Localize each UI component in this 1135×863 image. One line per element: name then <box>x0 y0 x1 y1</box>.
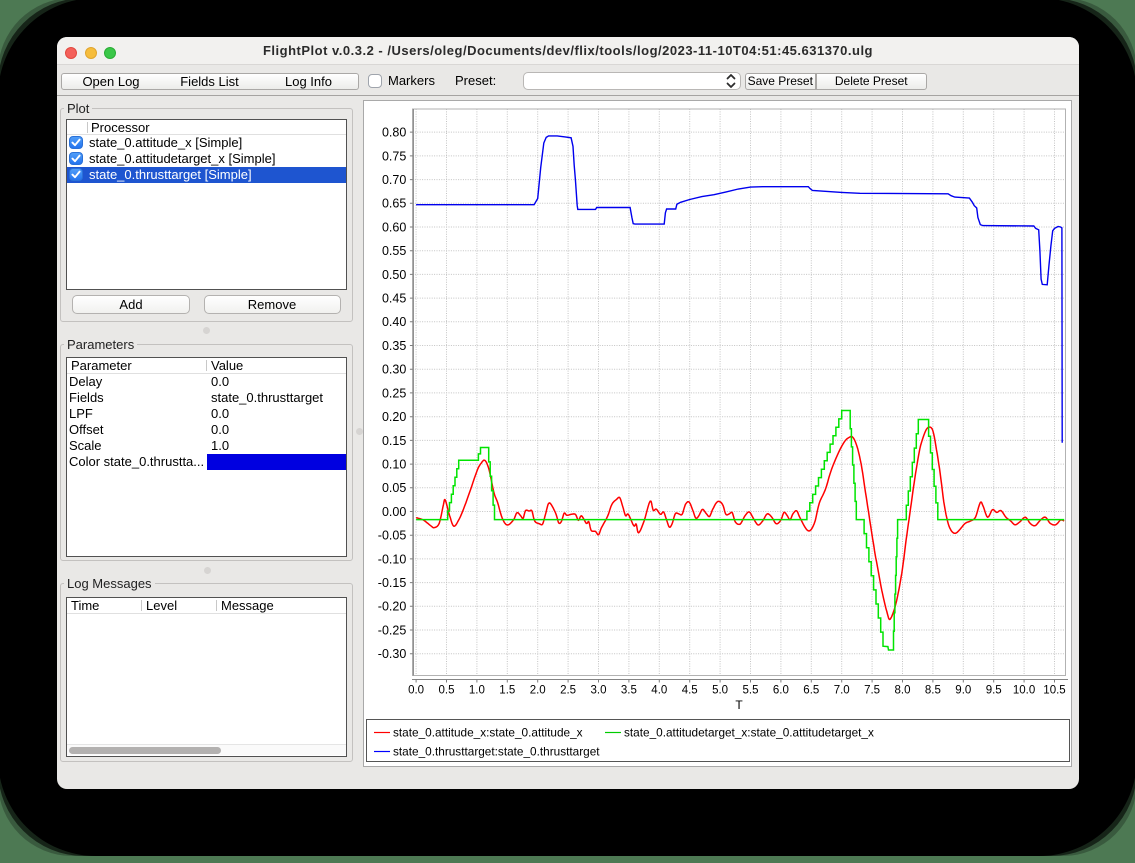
svg-text:0.75: 0.75 <box>382 149 406 163</box>
svg-text:0.0: 0.0 <box>408 685 424 697</box>
svg-text:-0.30: -0.30 <box>378 647 407 661</box>
svg-text:0.10: 0.10 <box>382 458 406 472</box>
svg-text:0.5: 0.5 <box>439 685 455 697</box>
svg-text:8.0: 8.0 <box>895 685 911 697</box>
svg-text:0.40: 0.40 <box>382 315 406 329</box>
svg-text:0.45: 0.45 <box>382 292 406 306</box>
svg-text:2.5: 2.5 <box>560 685 576 697</box>
svg-text:0.70: 0.70 <box>382 173 406 187</box>
svg-text:2.0: 2.0 <box>530 685 546 697</box>
svg-text:1.5: 1.5 <box>499 685 515 697</box>
svg-text:8.5: 8.5 <box>925 685 941 697</box>
svg-text:0.65: 0.65 <box>382 197 406 211</box>
svg-text:7.5: 7.5 <box>864 685 880 697</box>
svg-text:4.0: 4.0 <box>651 685 667 697</box>
svg-text:0.15: 0.15 <box>382 434 406 448</box>
svg-text:0.35: 0.35 <box>382 339 406 353</box>
svg-text:-0.10: -0.10 <box>378 552 407 566</box>
svg-text:-0.05: -0.05 <box>378 529 407 543</box>
svg-text:state_0.attitudetarget_x:state: state_0.attitudetarget_x:state_0.attitud… <box>624 726 874 740</box>
svg-text:6.5: 6.5 <box>803 685 819 697</box>
svg-text:-0.25: -0.25 <box>378 623 407 637</box>
svg-text:0.55: 0.55 <box>382 244 406 258</box>
svg-text:1.0: 1.0 <box>469 685 485 697</box>
svg-text:0.50: 0.50 <box>382 268 406 282</box>
svg-text:0.30: 0.30 <box>382 363 406 377</box>
svg-text:3.5: 3.5 <box>621 685 637 697</box>
svg-text:5.5: 5.5 <box>743 685 759 697</box>
svg-text:10.5: 10.5 <box>1043 685 1065 697</box>
svg-text:5.0: 5.0 <box>712 685 728 697</box>
svg-text:6.0: 6.0 <box>773 685 789 697</box>
svg-text:0.80: 0.80 <box>382 126 406 140</box>
svg-text:0.00: 0.00 <box>382 505 406 519</box>
svg-text:7.0: 7.0 <box>834 685 850 697</box>
svg-text:0.05: 0.05 <box>382 481 406 495</box>
svg-text:0.25: 0.25 <box>382 386 406 400</box>
svg-text:state_0.attitude_x:state_0.att: state_0.attitude_x:state_0.attitude_x <box>393 726 583 740</box>
svg-text:-0.15: -0.15 <box>378 576 407 590</box>
svg-text:9.0: 9.0 <box>955 685 971 697</box>
svg-text:4.5: 4.5 <box>682 685 698 697</box>
svg-text:9.5: 9.5 <box>986 685 1002 697</box>
svg-text:T: T <box>735 698 743 712</box>
svg-text:state_0.thrusttarget:state_0.t: state_0.thrusttarget:state_0.thrusttarge… <box>393 745 600 759</box>
svg-text:0.60: 0.60 <box>382 220 406 234</box>
svg-text:0.20: 0.20 <box>382 410 406 424</box>
svg-text:3.0: 3.0 <box>591 685 607 697</box>
svg-text:10.0: 10.0 <box>1013 685 1035 697</box>
svg-text:-0.20: -0.20 <box>378 600 407 614</box>
